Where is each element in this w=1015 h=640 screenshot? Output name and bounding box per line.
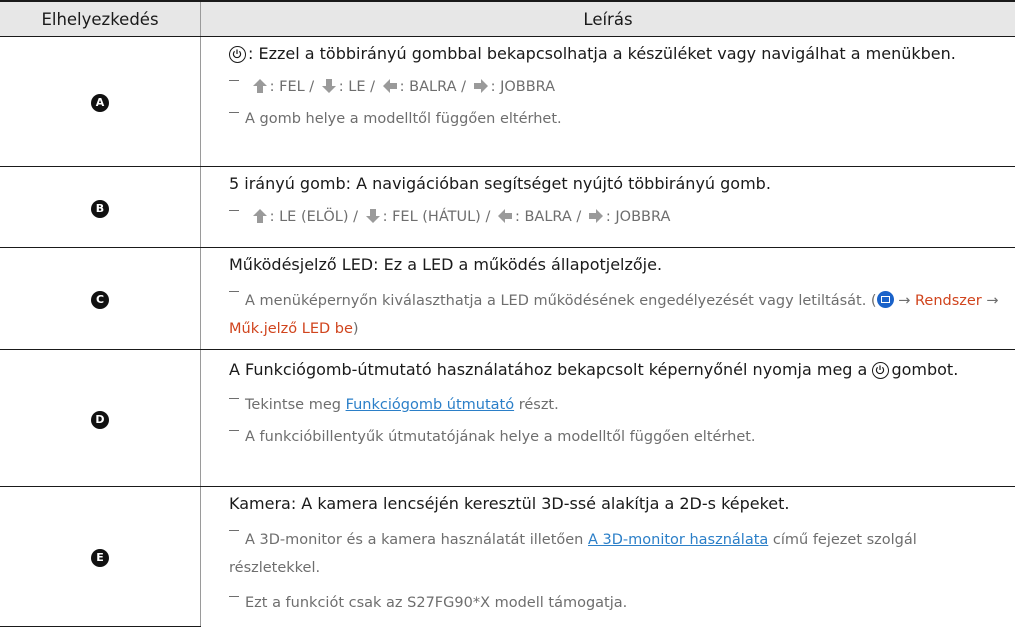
location-badge-e: E	[91, 549, 109, 567]
arrow-right-icon	[588, 209, 603, 223]
description-note: A funkcióbillentyűk útmutatójának helye …	[229, 421, 1005, 453]
location-cell: D	[0, 349, 201, 487]
description-cell: : Ezzel a többirányú gombbal bekapcsolha…	[200, 36, 1015, 167]
description-main: Működésjelző LED: Ez a LED a működés áll…	[229, 255, 663, 274]
description-main: Kamera: A kamera lencséjén keresztül 3D-…	[229, 494, 790, 513]
description-cell: Működésjelző LED: Ez a LED a működés áll…	[200, 247, 1015, 350]
description-note: Tekintse meg Funkciógomb útmutató részt.	[229, 389, 1005, 421]
header-location: Elhelyezkedés	[0, 0, 201, 37]
menu-path-led: Műk.jelző LED be	[229, 321, 353, 337]
menu-path-system: Rendszer	[914, 293, 982, 309]
3d-monitor-link[interactable]: A 3D-monitor használata	[588, 532, 768, 548]
arrow-up-icon	[252, 209, 267, 223]
description-note: Ezt a funkciót csak az S27FG90*X modell …	[229, 587, 1005, 619]
arrow-right-icon	[473, 79, 488, 93]
table-row: B 5 irányú gomb: A navigációban segítség…	[0, 166, 1015, 248]
description-cell: A Funkciógomb-útmutató használatához bek…	[200, 349, 1015, 487]
location-badge-b: B	[91, 199, 109, 218]
table-row: A : Ezzel a többirányú gombbal bekapcsol…	[0, 36, 1015, 167]
description-main: A Funkciógomb-útmutató használatához bek…	[229, 360, 959, 379]
location-cell: B	[0, 166, 201, 248]
table-row: C Működésjelző LED: Ez a LED a működés á…	[0, 247, 1015, 350]
description-note: A menüképernyőn kiválaszthatja a LED műk…	[229, 291, 999, 337]
arrow-left-icon	[497, 209, 512, 223]
description-note: A 3D-monitor és a kamera használatát ill…	[229, 530, 917, 576]
function-key-guide-link[interactable]: Funkciógomb útmutató	[346, 397, 515, 413]
description-cell: 5 irányú gomb: A navigációban segítséget…	[200, 166, 1015, 248]
description-note: A gomb helye a modelltől függően eltérhe…	[229, 103, 1005, 135]
arrow-down-icon	[321, 79, 336, 93]
arrow-left-icon	[382, 79, 397, 93]
description-cell: Kamera: A kamera lencséjén keresztül 3D-…	[201, 487, 1015, 627]
table-header-row: Elhelyezkedés Leírás	[0, 0, 1015, 37]
controls-table: Elhelyezkedés Leírás A : Ezzel a többirá…	[0, 0, 1015, 627]
menu-icon	[876, 291, 894, 308]
header-description: Leírás	[200, 0, 1015, 37]
location-cell: C	[0, 247, 201, 350]
arrow-up-icon	[252, 79, 267, 93]
power-icon	[229, 46, 246, 63]
location-cell: A	[0, 36, 201, 167]
arrow-down-icon	[365, 209, 380, 223]
description-note: : LE (ELÖL) / : FEL (HÁTUL) / : BALRA / …	[229, 201, 1005, 233]
location-cell: E	[0, 486, 201, 627]
table-row: E Kamera: A kamera lencséjén keresztül 3…	[0, 486, 1015, 627]
power-icon	[872, 362, 890, 379]
table-row: D A Funkciógomb-útmutató használatához b…	[0, 349, 1015, 487]
location-badge-a: A	[91, 94, 109, 112]
description-main: : Ezzel a többirányú gombbal bekapcsolha…	[229, 37, 1005, 71]
location-badge-c: C	[91, 291, 109, 309]
description-main: 5 irányú gomb: A navigációban segítséget…	[229, 174, 771, 193]
description-note: : FEL / : LE / : BALRA / : JOBBRA	[229, 71, 1005, 103]
location-badge-d: D	[91, 410, 109, 429]
